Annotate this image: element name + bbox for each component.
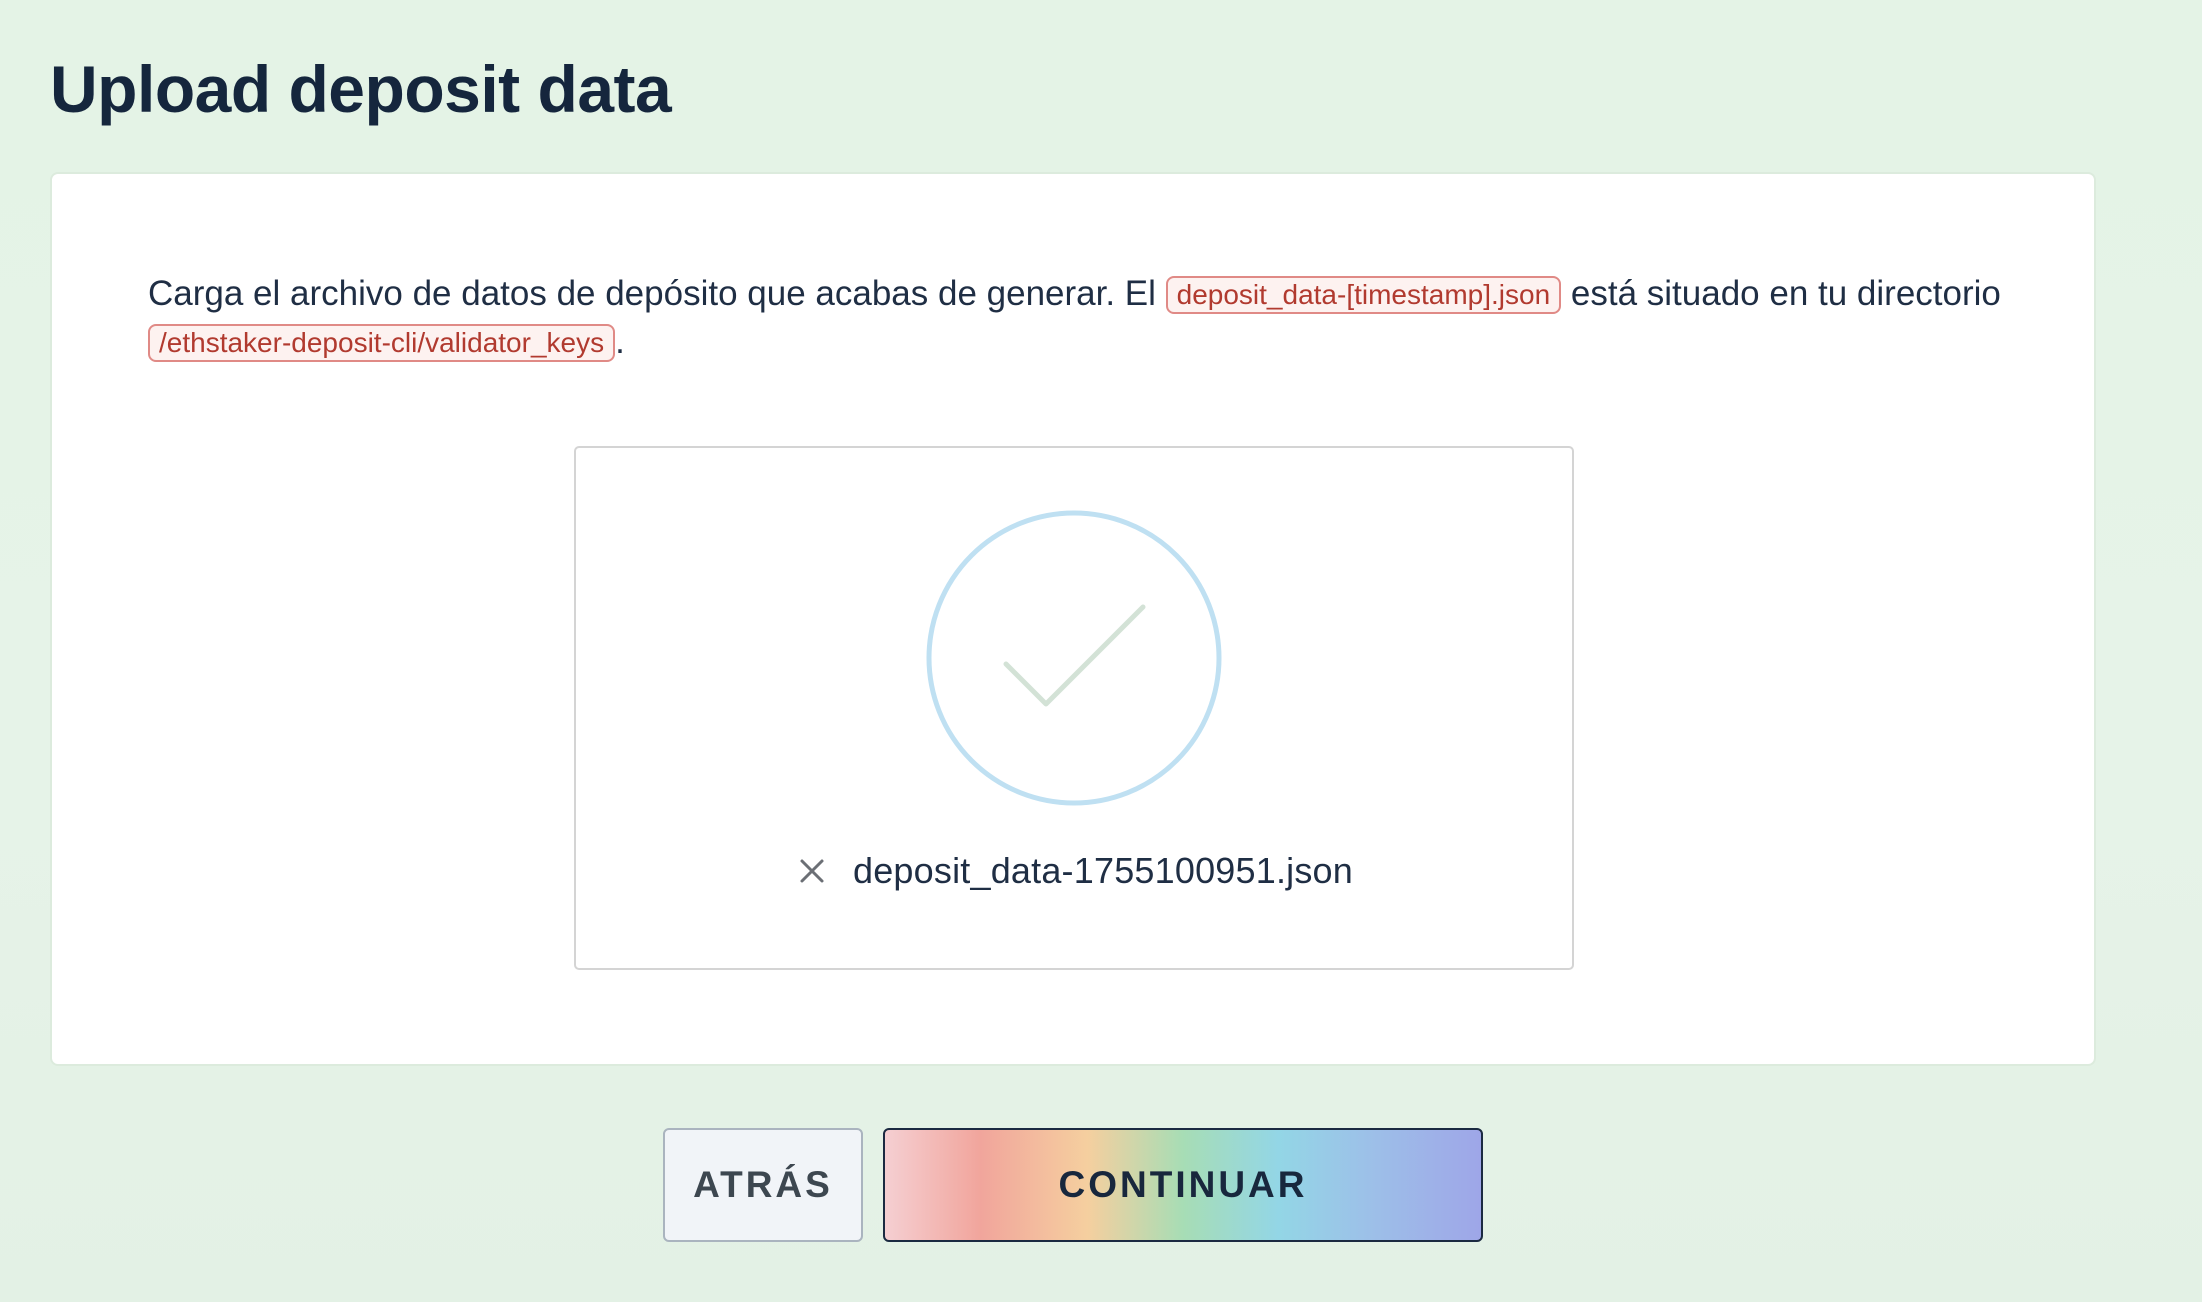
upload-card: Carga el archivo de datos de depósito qu… xyxy=(50,172,2096,1066)
close-icon[interactable] xyxy=(795,854,829,888)
continue-button[interactable]: CONTINUAR xyxy=(883,1128,1483,1242)
instructions-part-1: Carga el archivo de datos de depósito qu… xyxy=(148,274,1166,313)
back-button[interactable]: ATRÁS xyxy=(663,1128,863,1242)
uploaded-file-row: deposit_data-1755100951.json xyxy=(576,846,1572,896)
page-title: Upload deposit data xyxy=(50,52,672,126)
instructions-part-2: está situado en tu directorio xyxy=(1561,274,2001,313)
check-circle-icon xyxy=(926,510,1222,806)
uploaded-file-name: deposit_data-1755100951.json xyxy=(852,850,1354,891)
directory-path-code: /ethstaker-deposit-cli/validator_keys xyxy=(148,324,616,362)
instructions-part-3: . xyxy=(615,322,625,361)
file-dropzone[interactable]: deposit_data-1755100951.json xyxy=(574,446,1574,970)
instructions-text: Carga el archivo de datos de depósito qu… xyxy=(148,270,2008,366)
filename-pattern-code: deposit_data-[timestamp].json xyxy=(1165,276,1562,314)
